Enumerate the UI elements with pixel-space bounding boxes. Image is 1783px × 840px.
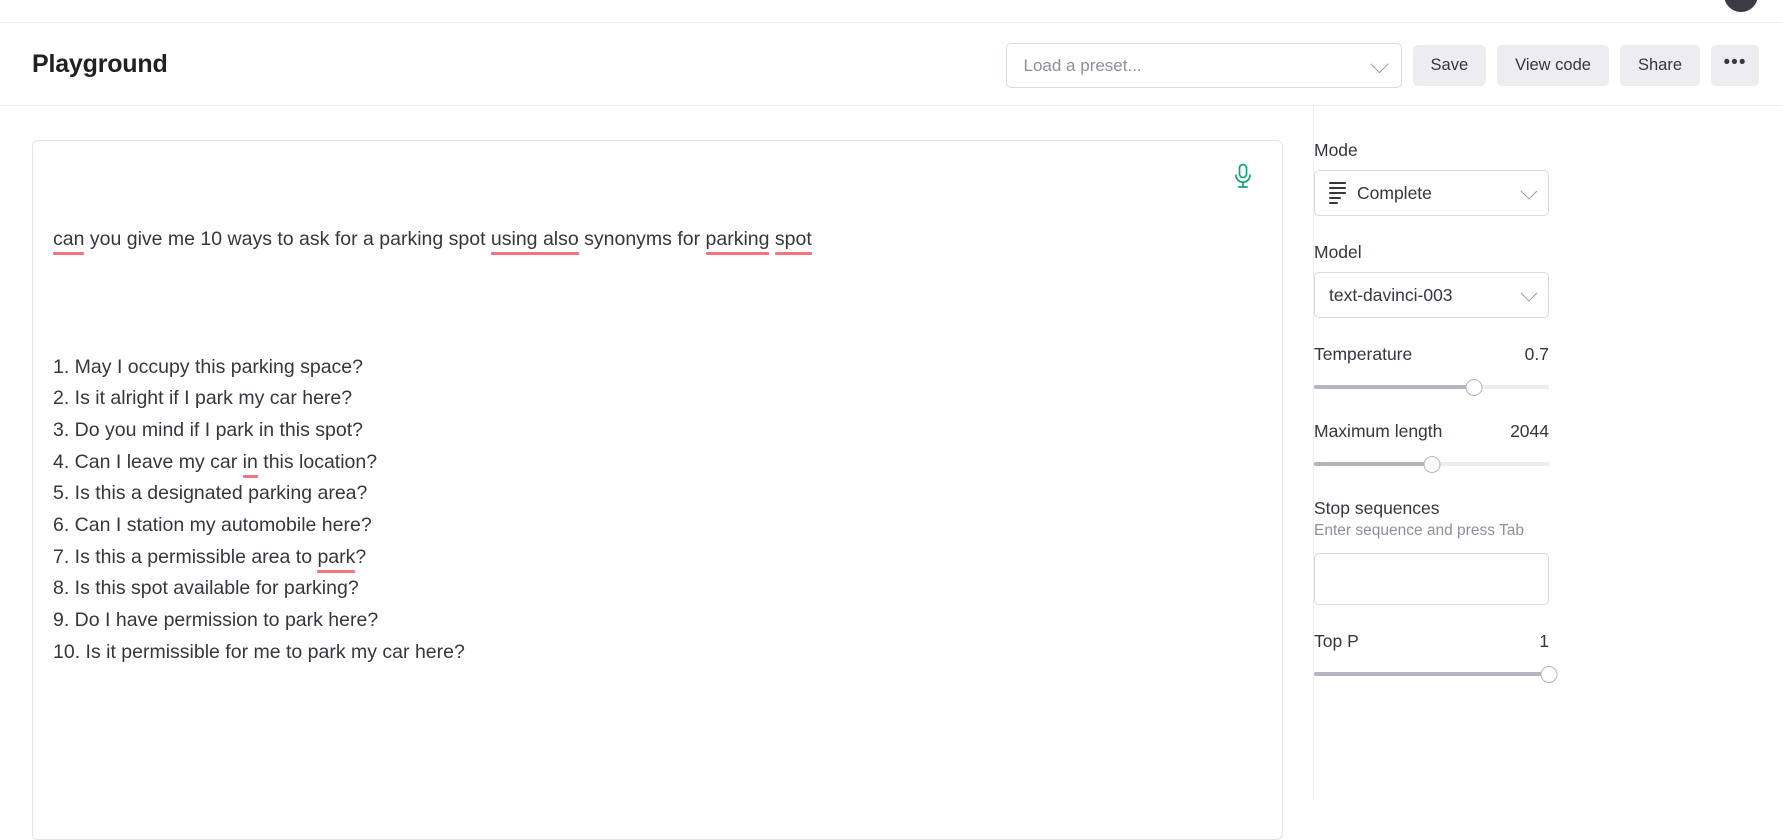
text-run: Can I station my automobile here?: [69, 514, 372, 537]
text-run: Do I have permission to park here?: [69, 609, 379, 632]
spellcheck-underlined-word: can: [53, 228, 85, 251]
spellcheck-underlined-word: in: [242, 450, 258, 473]
top-p-slider[interactable]: [1314, 665, 1558, 683]
text-run: you give me 10 ways to ask for a parking…: [84, 228, 491, 251]
completion-item: 1. May I occupy this parking space?: [53, 352, 1222, 384]
spellcheck-underlined-word: parking: [705, 228, 770, 251]
completion-item-number: 3.: [53, 418, 70, 441]
slider-thumb[interactable]: [1423, 455, 1440, 473]
completion-item: 9. Do I have permission to park here?: [53, 605, 1222, 637]
maximum-length-field: Maximum length 2044: [1314, 421, 1751, 473]
chevron-down-icon: [1520, 182, 1538, 200]
completion-item: 10. Is it permissible for me to park my …: [53, 637, 1222, 669]
prompt-editor-card[interactable]: can you give me 10 ways to ask for a par…: [32, 140, 1283, 840]
microphone-icon[interactable]: [1232, 163, 1254, 189]
completion-item: 3. Do you mind if I park in this spot?: [53, 415, 1222, 447]
chevron-down-icon: [1520, 284, 1538, 302]
stop-sequences-input[interactable]: [1314, 553, 1549, 605]
model-select[interactable]: text-davinci-003: [1314, 272, 1549, 318]
stop-sequences-field: Stop sequences Enter sequence and press …: [1314, 498, 1751, 605]
preset-placeholder: Load a preset...: [1023, 55, 1142, 75]
top-p-value: 1: [1539, 631, 1549, 651]
settings-sidebar: Mode Complete Model text-davinci-003 Tem…: [1313, 106, 1783, 799]
text-run: synonyms for: [578, 228, 706, 251]
prompt-line: can you give me 10 ways to ask for a par…: [53, 224, 1222, 256]
top-p-label: Top P: [1314, 631, 1359, 651]
spellcheck-underlined-word: park: [317, 545, 356, 568]
slider-thumb[interactable]: [1540, 665, 1558, 683]
page-title: Playground: [32, 50, 168, 78]
model-field: Model text-davinci-003: [1314, 242, 1751, 318]
list-lines-icon: [1329, 182, 1346, 204]
completion-item: 4. Can I leave my car in this location?: [53, 447, 1222, 479]
completion-item-number: 6.: [53, 514, 70, 537]
completion-item: 8. Is this spot available for parking?: [53, 573, 1222, 605]
slider-fill: [1314, 672, 1549, 676]
mode-field: Mode Complete: [1314, 140, 1751, 216]
slider-fill: [1314, 462, 1432, 466]
mode-label: Mode: [1314, 140, 1358, 160]
text-run: Is it alright if I park my car here?: [69, 387, 353, 410]
completion-item-number: 1.: [53, 355, 70, 378]
text-run: Do you mind if I park in this spot?: [69, 418, 363, 441]
text-run: Is it permissible for me to park my car …: [80, 640, 465, 663]
spellcheck-underlined-word: using also: [490, 228, 579, 251]
text-run: Is this spot available for parking?: [69, 577, 359, 600]
text-run: this location?: [257, 450, 378, 473]
completion-item: 7. Is this a permissible area to park?: [53, 542, 1222, 574]
save-button[interactable]: Save: [1412, 45, 1487, 86]
model-value: text-davinci-003: [1329, 284, 1453, 305]
header-actions: Load a preset... Save View code Share ••…: [1005, 43, 1759, 88]
more-options-button[interactable]: •••: [1711, 45, 1759, 86]
text-run: Can I leave my car: [69, 450, 243, 473]
completion-item: 2. Is it alright if I park my car here?: [53, 383, 1222, 415]
completion-item-number: 4.: [53, 450, 70, 473]
stop-sequences-label: Stop sequences: [1314, 498, 1440, 518]
view-code-button[interactable]: View code: [1497, 45, 1609, 86]
avatar[interactable]: [1724, 0, 1758, 12]
preset-select[interactable]: Load a preset...: [1005, 43, 1402, 88]
maximum-length-label: Maximum length: [1314, 421, 1443, 441]
share-button[interactable]: Share: [1619, 45, 1700, 86]
completion-item-number: 5.: [53, 482, 70, 505]
text-run: Is this a permissible area to: [69, 545, 318, 568]
completion-list: 1. May I occupy this parking space? 2. Is…: [53, 352, 1222, 669]
chevron-down-icon: [1369, 54, 1389, 73]
maximum-length-value: 2044: [1510, 421, 1549, 441]
app-header: Playground Load a preset... Save View co…: [0, 23, 1783, 106]
completion-item-number: 2.: [53, 387, 70, 410]
text-run: May I occupy this parking space?: [69, 355, 363, 378]
completion-item: 5. Is this a designated parking area?: [53, 478, 1222, 510]
mode-select[interactable]: Complete: [1314, 170, 1549, 216]
text-run: Is this a designated parking area?: [69, 482, 368, 505]
completion-item-number: 10.: [53, 640, 81, 663]
slider-fill: [1314, 385, 1474, 389]
mode-value: Complete: [1357, 182, 1432, 203]
stop-sequences-hint: Enter sequence and press Tab: [1314, 522, 1524, 539]
model-label: Model: [1314, 242, 1362, 262]
completion-item: 6. Can I station my automobile here?: [53, 510, 1222, 542]
slider-thumb[interactable]: [1465, 378, 1483, 396]
top-p-field: Top P 1: [1314, 631, 1751, 683]
prompt-editor-text[interactable]: can you give me 10 ways to ask for a par…: [53, 161, 1222, 732]
top-strip: [0, 0, 1783, 23]
temperature-value: 0.7: [1524, 344, 1549, 364]
text-run: ?: [355, 545, 367, 568]
maximum-length-slider[interactable]: [1314, 455, 1549, 473]
spellcheck-underlined-word: spot: [774, 228, 812, 251]
completion-item-number: 7.: [53, 545, 70, 568]
temperature-field: Temperature 0.7: [1314, 344, 1751, 396]
temperature-slider[interactable]: [1314, 378, 1549, 396]
completion-item-number: 8.: [53, 577, 70, 600]
temperature-label: Temperature: [1314, 344, 1413, 364]
completion-item-number: 9.: [53, 609, 70, 632]
